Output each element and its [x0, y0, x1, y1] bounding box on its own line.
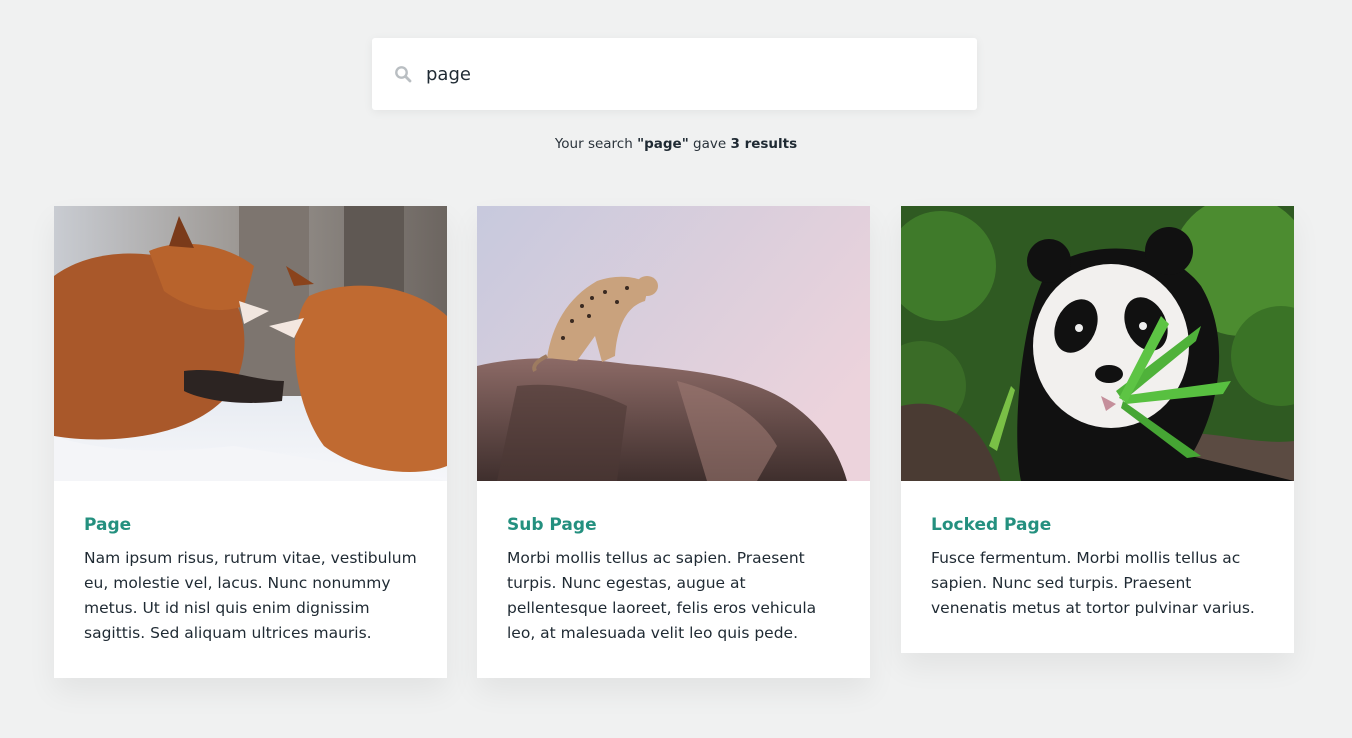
result-title[interactable]: Sub Page — [507, 514, 840, 536]
result-text: Nam ipsum risus, rutrum vitae, vestibulu… — [84, 549, 417, 642]
search-icon — [395, 66, 412, 83]
result-title[interactable]: Page — [84, 514, 417, 536]
panda-photo[interactable] — [901, 206, 1294, 481]
search-input[interactable] — [426, 56, 946, 92]
result-text: Fusce fermentum. Morbi mollis tellus ac … — [931, 549, 1255, 617]
result-text: Morbi mollis tellus ac sapien. Praesent … — [507, 549, 817, 642]
summary-count: 3 results — [730, 136, 798, 152]
result-summary: Your search "page" gave 3 results — [0, 136, 1352, 152]
result-card-page[interactable]: Page Nam ipsum risus, rutrum vitae, vest… — [54, 206, 447, 678]
summary-prefix: Your search — [554, 136, 638, 152]
fox-photo[interactable] — [54, 206, 447, 481]
result-card-locked-page[interactable]: Locked Page Fusce fermentum. Morbi molli… — [901, 206, 1294, 653]
leopard-photo[interactable] — [477, 206, 870, 481]
result-title[interactable]: Locked Page — [931, 514, 1264, 536]
summary-query: "page" — [637, 136, 689, 152]
summary-middle: gave — [688, 136, 731, 152]
search-box[interactable] — [372, 38, 977, 110]
result-card-sub-page[interactable]: Sub Page Morbi mollis tellus ac sapien. … — [477, 206, 870, 678]
